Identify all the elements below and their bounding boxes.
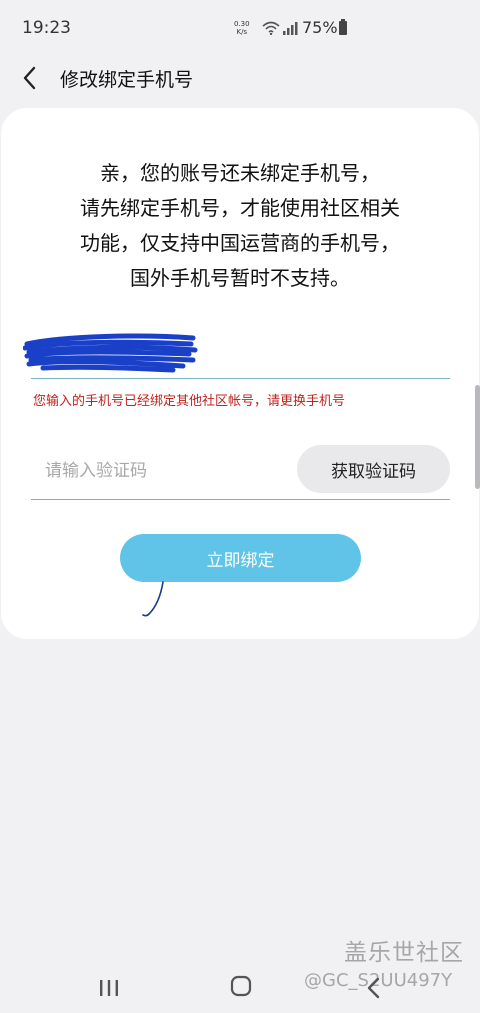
verification-code-field: 获取验证码 (31, 444, 450, 500)
navigation-bar (0, 960, 480, 1013)
net-speed-value: 0.30 (234, 20, 250, 28)
notice-line: 国外手机号暂时不支持。 (130, 266, 350, 290)
notice-text: 亲，您的账号还未绑定手机号， 请先绑定手机号，才能使用社区相关 功能，仅支持中国… (21, 156, 459, 296)
home-icon[interactable] (230, 975, 252, 997)
scrollbar[interactable] (475, 385, 480, 489)
back-button[interactable] (14, 60, 48, 94)
battery-icon (339, 19, 347, 35)
signal-icon (283, 22, 298, 35)
net-speed-unit: K/s (236, 28, 248, 36)
status-bar: 19:23 0.30 K/s 75% (0, 0, 480, 58)
page-title: 修改绑定手机号 (60, 69, 194, 91)
phone-number-field[interactable] (23, 333, 450, 379)
bind-now-button[interactable]: 立即绑定 (120, 534, 361, 582)
redaction-scribble (23, 333, 198, 373)
app-header: 修改绑定手机号 (0, 58, 480, 98)
battery-percent: 75% (302, 18, 338, 37)
phone-error-message: 您输入的手机号已经绑定其他社区帐号，请更换手机号 (33, 394, 346, 409)
wifi-icon (262, 21, 280, 35)
notice-line: 功能，仅支持中国运营商的手机号， (80, 231, 400, 255)
status-time: 19:23 (22, 18, 71, 38)
notice-line: 请先绑定手机号，才能使用社区相关 (80, 196, 400, 220)
verification-code-input[interactable] (45, 458, 285, 484)
pen-annotation-stroke (142, 581, 164, 617)
net-speed: 0.30 K/s (234, 20, 250, 36)
recent-apps-icon[interactable] (97, 976, 121, 1000)
notice-line: 亲，您的账号还未绑定手机号， (100, 161, 380, 185)
chevron-left-icon (23, 66, 36, 90)
back-icon[interactable] (362, 976, 386, 1000)
get-code-button[interactable]: 获取验证码 (297, 445, 450, 493)
bind-phone-card: 亲，您的账号还未绑定手机号， 请先绑定手机号，才能使用社区相关 功能，仅支持中国… (1, 108, 479, 639)
